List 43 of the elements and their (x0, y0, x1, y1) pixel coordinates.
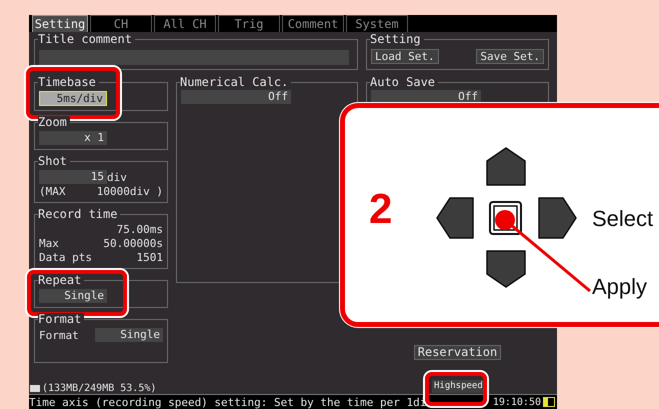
tab[interactable]: Trig (218, 15, 280, 32)
value-field[interactable]: 15 (39, 170, 107, 184)
settings-button[interactable]: Load Set. (371, 49, 439, 64)
value-field[interactable]: Single (95, 328, 163, 342)
memory-card-icon (30, 385, 40, 392)
max-value: 50.00000s (103, 237, 163, 250)
max-label: (MAX (39, 185, 66, 198)
clock-time: 19:10:50 (492, 396, 541, 408)
value-field[interactable]: x 1 (39, 131, 107, 145)
battery-icon (543, 397, 555, 407)
settings-button[interactable]: Save Set. (476, 49, 544, 64)
group-label: Zoom (38, 116, 70, 128)
storage-usage: (133MB/249MB 53.5%) (42, 383, 156, 394)
group-label: Auto Save (370, 76, 438, 88)
group-label: Record time (38, 208, 120, 220)
record-time-value: 75.00ms (116, 223, 163, 236)
value-field[interactable]: Single (39, 289, 107, 303)
format-label: Format (39, 328, 79, 342)
select-label: Select (592, 208, 654, 230)
step-number: 2 (369, 188, 392, 230)
mode-badge: Highspeed (432, 380, 485, 393)
reservation-button[interactable]: Reservation (414, 345, 502, 360)
tab[interactable]: All CH (154, 15, 216, 32)
points-label: Data pts (39, 251, 92, 264)
points-value: 1501 (136, 251, 163, 264)
value-field[interactable]: 5ms/div (39, 91, 107, 106)
tab[interactable]: CH (90, 15, 152, 32)
max-label: Max (39, 237, 59, 250)
tab[interactable]: Comment (282, 15, 344, 32)
input-field[interactable] (39, 50, 349, 65)
group-label: Title comment (38, 33, 135, 45)
group-label: Format (38, 313, 84, 325)
group-label: Shot (38, 155, 70, 167)
unit-label: div (107, 170, 127, 184)
max-value: 10000div ) (96, 185, 163, 198)
group-label: Repeat (38, 274, 84, 286)
apply-label: Apply (592, 276, 648, 298)
tab[interactable]: Setting (32, 15, 88, 32)
group-label: Numerical Calc. (180, 76, 292, 88)
group-label: Timebase (38, 76, 99, 88)
tab[interactable]: System (346, 15, 408, 32)
value-field[interactable]: Off (181, 90, 291, 104)
group-label: Setting (370, 33, 424, 45)
